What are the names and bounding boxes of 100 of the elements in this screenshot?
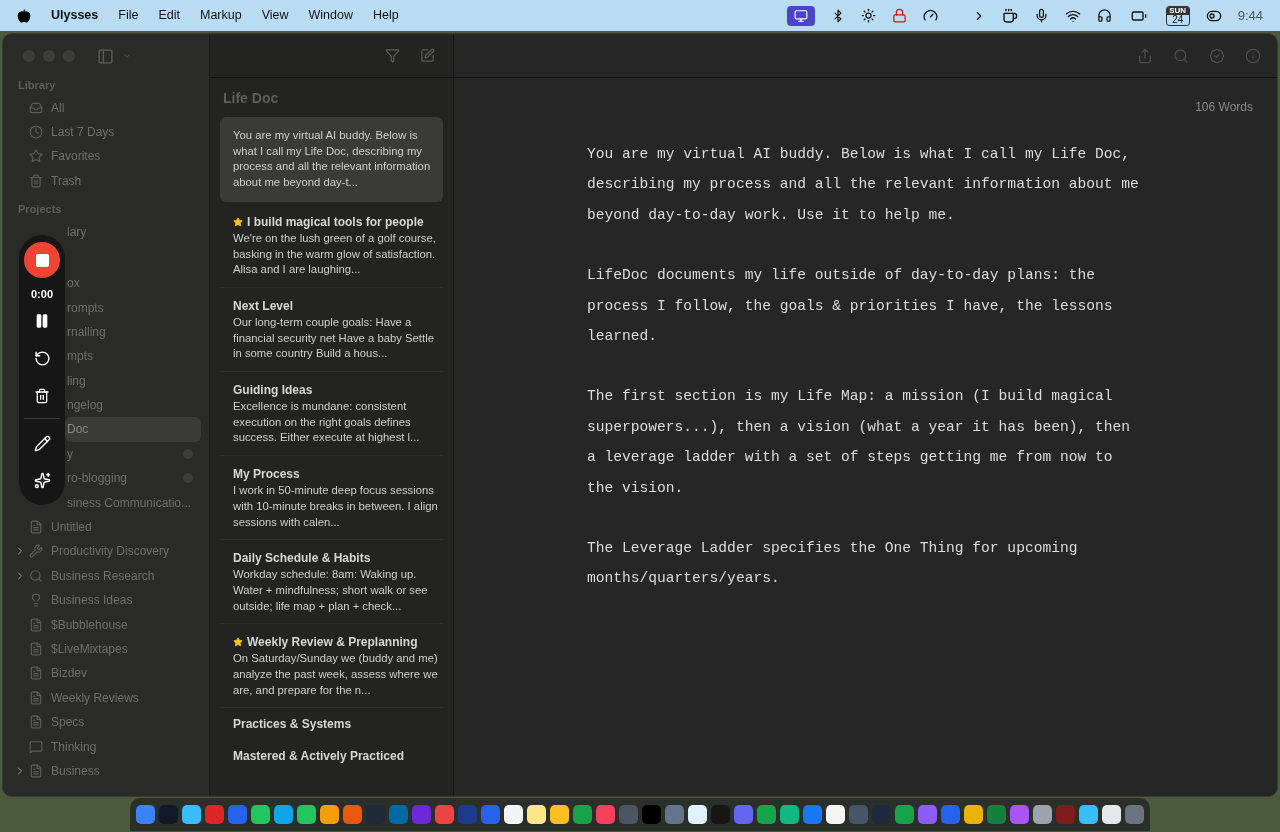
editor-paragraph: You are my virtual AI buddy. Below is what I call my Life Doc, describing my process and all the relevant information about me beyond day-to-day work. Use it to help me.: [587, 145, 1139, 225]
document-icon: [29, 666, 43, 681]
clock-icon: [29, 125, 43, 140]
app-icon[interactable]: [688, 805, 707, 824]
sidebar-item[interactable]: Favorites: [11, 144, 201, 169]
app-icon[interactable]: [826, 805, 845, 824]
menu-item[interactable]: Edit: [158, 6, 180, 25]
sidebar-item[interactable]: ling: [65, 368, 201, 393]
calendar-status[interactable]: SUN 24: [1165, 5, 1190, 26]
pause-icon[interactable]: [34, 312, 50, 329]
sheet-item[interactable]: Next Level Our long-term couple goals: Have a financial security net Have a baby Settle in some country Build a hous...: [220, 287, 443, 373]
compose-icon[interactable]: [420, 48, 435, 63]
sidebar-item[interactable]: Doc: [65, 417, 201, 442]
app-icon[interactable]: [182, 805, 201, 824]
document-icon: [29, 690, 43, 705]
brightness-icon[interactable]: [860, 8, 876, 23]
sidebar-item[interactable]: ro-blogging: [65, 466, 201, 491]
sidebar-item[interactable]: Specs: [11, 710, 201, 735]
sidebar-item[interactable]: siness Communicatio...: [65, 490, 201, 515]
sidebar-item[interactable]: Trash: [11, 168, 201, 194]
coffee-icon[interactable]: [1001, 7, 1018, 24]
sheet-item[interactable]: I build magical tools for people We're on the lush green of a golf course, basking in the warm glow of satisfaction. Alisa and I are laughing...: [220, 203, 443, 288]
app-icon[interactable]: [320, 805, 339, 824]
menu-item[interactable]: File: [118, 6, 139, 25]
sidebar-item[interactable]: y: [65, 441, 201, 467]
sidebar-item[interactable]: $Bubblehouse: [11, 612, 201, 637]
menu-item[interactable]: Help: [373, 6, 399, 25]
menu-item[interactable]: Markup: [199, 6, 242, 25]
menu-item[interactable]: View: [261, 6, 289, 25]
sheet-item[interactable]: Daily Schedule & Habits Workday schedule: 8am: Waking up. Water + mindfulness; short walk or see outside; life map + plan + check...: [220, 540, 443, 625]
sheet-preview: Workday schedule: 8am: Waking up. Water + mindfulness; short walk or see outside; life map + plan + check...: [233, 567, 429, 614]
recording-timer: 0:00: [31, 287, 53, 302]
screen-share-status[interactable]: [786, 5, 815, 26]
sidebar-item[interactable]: ngelog: [65, 392, 201, 418]
sidebar-item[interactable]: rompts: [65, 295, 201, 320]
sidebar-item[interactable]: Productivity Discovery: [11, 539, 201, 564]
sidebar-item[interactable]: Last 7 Days: [11, 119, 201, 145]
sheet-item[interactable]: Weekly Review & Preplanning On Saturday/Sunday we (buddy and me) analyze the past week, assess where we are, and prepare for the n...: [220, 624, 443, 709]
sidebar-item[interactable]: Business: [11, 758, 201, 784]
sidebar-item[interactable]: Bizdev: [11, 661, 201, 686]
tools-icon: [29, 544, 43, 559]
document-icon: [29, 617, 43, 632]
clock[interactable]: 9:44: [1237, 5, 1263, 26]
filter-icon[interactable]: [385, 48, 400, 63]
restart-icon[interactable]: [33, 349, 51, 367]
lock-icon[interactable]: [891, 8, 907, 23]
sidebar-item[interactable]: ox: [65, 270, 201, 296]
app-icon[interactable]: [1079, 805, 1098, 824]
sidebar-item[interactable]: Thinking: [11, 734, 201, 759]
apple-icon[interactable]: [17, 8, 31, 23]
sidebar-toggle-icon[interactable]: [97, 47, 114, 65]
sheet-item[interactable]: You are my virtual AI buddy. Below is what I call my Life Doc, describing my process and all the relevant information about me beyond day-t...: [220, 117, 443, 202]
badge-check-icon[interactable]: [1209, 47, 1225, 64]
stop-button[interactable]: [24, 242, 60, 278]
sheet-preview: We're on the lush green of a golf course, basking in the warm glow of satisfaction. Alisa and I are laughing...: [233, 230, 437, 278]
sheet-title: Guiding Ideas: [233, 382, 313, 400]
app-icon[interactable]: [1033, 805, 1052, 824]
sidebar-item[interactable]: Untitled: [11, 514, 201, 540]
app-icon[interactable]: [550, 805, 569, 824]
app-menu[interactable]: Ulysses: [51, 6, 99, 25]
menu-item[interactable]: Window: [308, 6, 353, 25]
sidebar-item[interactable]: Weekly Reviews: [11, 685, 201, 710]
sheet-preview: Our long-term couple goals: Have a financial security net Have a baby Settle in some country Build a hous...: [233, 314, 435, 362]
group-title: Life Doc: [222, 89, 280, 108]
sheet-title: Mastered & Actively Practiced: [233, 748, 404, 766]
sidebar-item[interactable]: rnalling: [65, 319, 201, 345]
sheet-title: Daily Schedule & Habits: [233, 550, 371, 568]
sidebar-item[interactable]: Business Research: [11, 563, 201, 589]
sheet-preview: On Saturday/Sunday we (buddy and me) analyze the past week, assess where we are, and prepare for the n...: [233, 651, 439, 698]
sidebar-item[interactable]: Business Ideas: [11, 588, 201, 613]
document-icon: [29, 763, 43, 778]
sheet-item[interactable]: Practices & Systems: [220, 708, 443, 741]
headphones-icon[interactable]: [1096, 8, 1112, 23]
speech-bubble-icon: [29, 739, 43, 754]
app-icon[interactable]: [780, 805, 799, 824]
sheet-title: I build magical tools for people: [247, 213, 424, 231]
app-icon[interactable]: [297, 805, 316, 824]
sheet-preview: You are my virtual AI buddy. Below is what I call my Life Doc, describing my process and all the relevant information about me beyond day-t...: [233, 128, 432, 191]
app-icon[interactable]: [964, 805, 983, 824]
microphone-icon[interactable]: [1033, 8, 1049, 23]
app-icon[interactable]: [527, 805, 546, 824]
sheet-item[interactable]: Mastered & Actively Practiced: [220, 740, 443, 773]
lightbulb-icon: [29, 593, 43, 608]
app-icon[interactable]: [504, 805, 523, 824]
star-icon: [29, 149, 43, 164]
sidebar-item[interactable]: $LiveMixtapes: [11, 636, 201, 662]
word-count[interactable]: 106 Words: [1195, 98, 1253, 116]
sheet-item[interactable]: Guiding Ideas Excellence is mundane: consistent execution on the right goals defines success. Either execute at highest l...: [220, 372, 443, 457]
sheet-preview: Excellence is mundane: consistent execution on the right goals defines success. Either execute at highest l...: [233, 399, 421, 446]
sidebar-item[interactable]: All: [11, 95, 201, 120]
app-icon[interactable]: [251, 805, 270, 824]
sparkles-icon[interactable]: [33, 471, 51, 489]
trash-icon[interactable]: [34, 387, 50, 404]
sidebar-item[interactable]: lary: [65, 219, 201, 244]
pencil-icon[interactable]: [33, 434, 51, 452]
editor-paragraph: LifeDoc documents my life outside of day-to-day plans: the process I follow, the goals & priorities I have, the lessons learned.: [587, 266, 1114, 347]
app-icon[interactable]: [1102, 805, 1121, 824]
sidebar-item[interactable]: mpts: [65, 344, 201, 369]
sheet-item[interactable]: My Process I work in 50-minute deep focus sessions with 10-minute breaks in between. I align sessions with calen...: [220, 456, 443, 541]
gauge-icon[interactable]: [922, 8, 938, 23]
